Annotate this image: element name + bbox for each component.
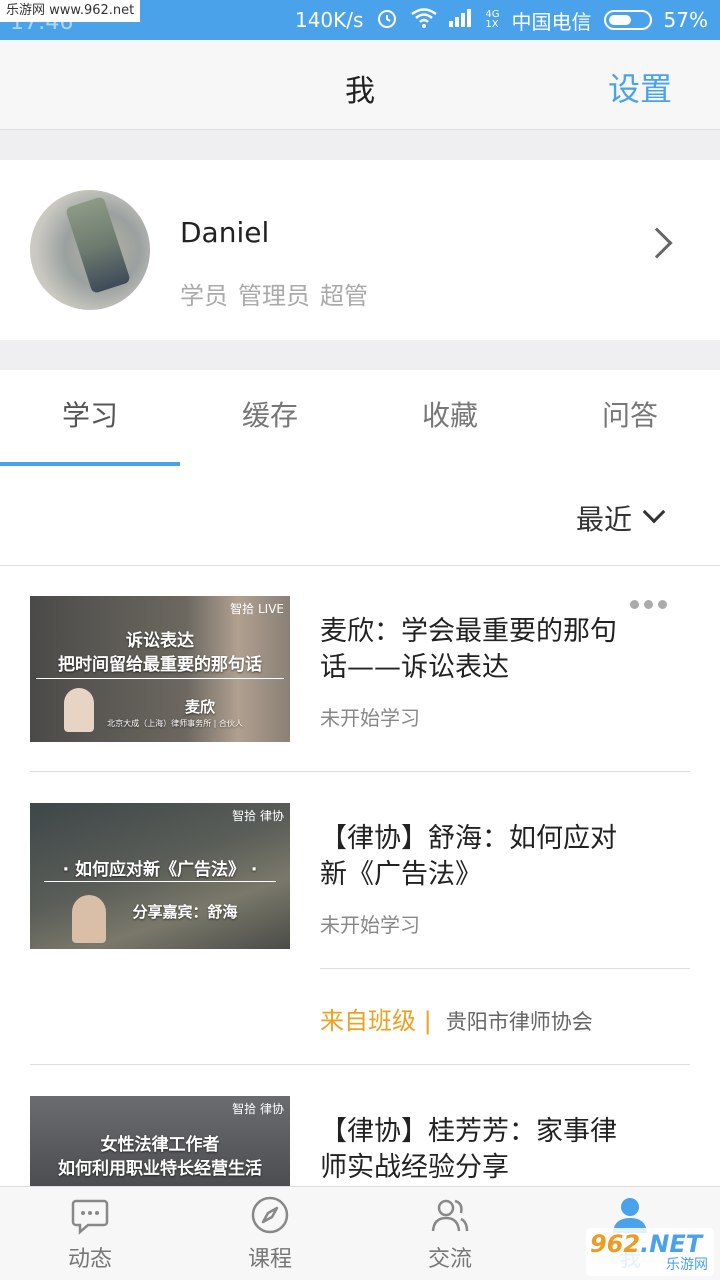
user-roles: 学员 管理员 超管: [180, 276, 368, 311]
divider: [320, 968, 690, 969]
site-logo-watermark: 962.NET 乐游网: [586, 1228, 714, 1276]
thumb-speaker: 麦欣: [184, 698, 215, 716]
tab-qa[interactable]: 问答: [540, 370, 720, 466]
alarm-icon: [375, 6, 399, 35]
role-tag: 超管: [320, 282, 368, 310]
divider: [30, 771, 690, 772]
carrier-name: 中国电信: [511, 9, 592, 34]
sort-dropdown[interactable]: 最近: [576, 498, 632, 538]
nav-community[interactable]: 交流: [360, 1187, 540, 1280]
thumb-line: · 如何应对新《广告法》 ·: [62, 860, 258, 880]
network-speed: 140K/s: [294, 8, 364, 32]
course-title[interactable]: 【律协】桂芳芳：家事律师实战经验分享: [320, 1114, 640, 1186]
tab-favorites[interactable]: 收藏: [360, 370, 540, 466]
course-thumbnail[interactable]: 智拾 律协 · 如何应对新《广告法》 · 分享嘉宾：舒海: [30, 803, 290, 949]
thumb-brand: 智拾 律协: [232, 809, 284, 823]
divider: [30, 1064, 690, 1065]
thumb-line: 如何利用职业特长经营生活: [58, 1159, 262, 1179]
people-icon: [431, 1199, 469, 1232]
course-list: 最近 智拾 LIVE 诉讼表达 把时间留给最重要的那句话 麦欣 北京大成（上海）…: [0, 466, 720, 1186]
user-name: Daniel: [180, 216, 270, 249]
network-type: 4G 1X: [485, 9, 500, 30]
course-title[interactable]: 【律协】舒海：如何应对新《广告法》: [320, 821, 640, 893]
course-thumbnail[interactable]: 智拾 LIVE 诉讼表达 把时间留给最重要的那句话 麦欣 北京大成（上海）律师事…: [30, 596, 290, 742]
chat-bubble-icon: [71, 1199, 109, 1235]
course-title[interactable]: 麦欣：学会最重要的那句话——诉讼表达: [320, 614, 640, 686]
status-bar: 17:46 乐游网 www.962.net 140K/s 4G 1X 中国电信 …: [0, 0, 720, 40]
list-item[interactable]: 智拾 律协 女性法律工作者 如何利用职业特长经营生活 【律协】桂芳芳：家事律师实…: [30, 1096, 690, 1186]
thumb-line: 女性法律工作者: [100, 1135, 220, 1155]
site-watermark: 乐游网 www.962.net: [0, 0, 141, 22]
compass-icon: [251, 1196, 289, 1234]
course-status: 未开始学习: [320, 706, 420, 730]
thumb-line: 把时间留给最重要的那句话: [58, 655, 262, 675]
more-options-icon[interactable]: [630, 600, 667, 609]
avatar[interactable]: [30, 190, 150, 310]
tab-study[interactable]: 学习: [0, 370, 180, 466]
role-tag: 管理员: [238, 282, 310, 310]
nav-dynamics[interactable]: 动态: [0, 1187, 180, 1280]
thumb-brand: 智拾 律协: [232, 1102, 284, 1116]
battery-icon: [603, 10, 652, 30]
course-thumbnail[interactable]: 智拾 律协 女性法律工作者 如何利用职业特长经营生活: [30, 1096, 290, 1186]
wifi-icon: [411, 7, 438, 33]
class-source[interactable]: 来自班级 | 贵阳市律师协会: [320, 1001, 593, 1036]
tab-cache[interactable]: 缓存: [180, 370, 360, 466]
signal-icon: [449, 8, 473, 32]
sort-row: 最近: [0, 466, 720, 566]
nav-label: 交流: [427, 1247, 472, 1272]
thumb-brand: 智拾 LIVE: [230, 602, 284, 616]
nav-label: 课程: [247, 1247, 292, 1272]
chevron-right-icon[interactable]: [641, 227, 673, 259]
chevron-down-icon[interactable]: [642, 500, 666, 524]
settings-button[interactable]: 设置: [608, 64, 672, 110]
course-status: 未开始学习: [320, 913, 420, 937]
profile-card[interactable]: Daniel 学员 管理员 超管: [0, 160, 720, 340]
role-tag: 学员: [180, 282, 228, 310]
list-item[interactable]: 智拾 LIVE 诉讼表达 把时间留给最重要的那句话 麦欣 北京大成（上海）律师事…: [30, 596, 690, 742]
thumb-speaker: 分享嘉宾：舒海: [132, 903, 238, 921]
class-source-name[interactable]: 贵阳市律师协会: [446, 1006, 593, 1036]
battery-percent: 57%: [663, 8, 708, 32]
profile-tabs: 学习 缓存 收藏 问答: [0, 370, 720, 466]
class-source-label: 来自班级 |: [320, 1007, 432, 1035]
nav-courses[interactable]: 课程: [180, 1187, 360, 1280]
thumb-affiliation: 北京大成（上海）律师事务所 | 合伙人: [107, 719, 243, 728]
thumb-line: 诉讼表达: [126, 631, 194, 651]
nav-label: 动态: [67, 1247, 112, 1272]
list-item[interactable]: 智拾 律协 · 如何应对新《广告法》 · 分享嘉宾：舒海 【律协】舒海：如何应对…: [30, 803, 690, 949]
app-header: 我 设置: [0, 40, 720, 130]
